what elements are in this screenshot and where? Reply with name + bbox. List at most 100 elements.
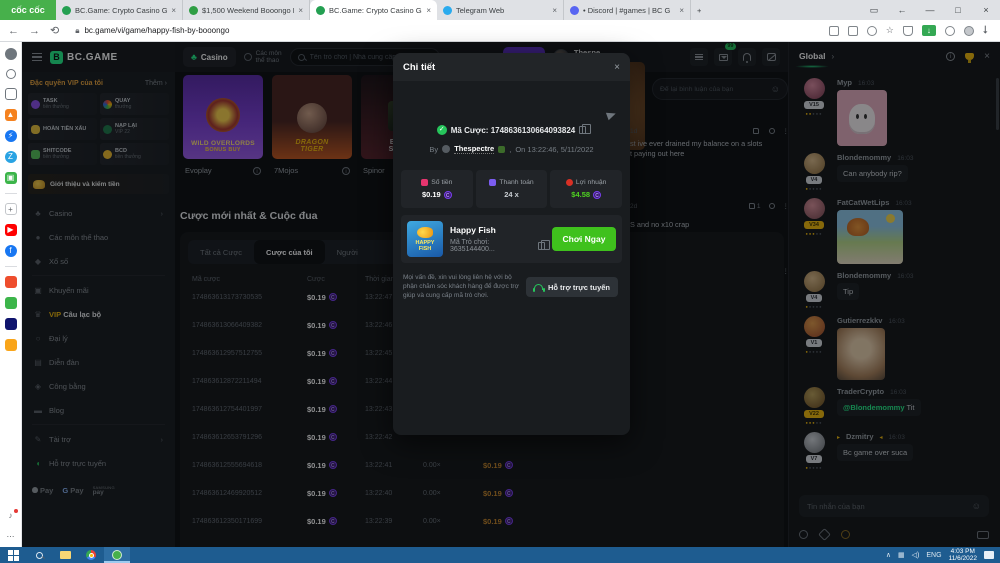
more-options-icon[interactable]: ⋯	[5, 531, 17, 543]
coccoc-logo[interactable]: cốc cốc	[0, 0, 56, 20]
tab-title: BC.Game: Crypto Casino Gan	[75, 6, 167, 15]
by-label: By	[429, 145, 438, 154]
profile-icon[interactable]	[964, 26, 974, 36]
reload-icon[interactable]: ⟲	[50, 24, 59, 37]
tab-telegram[interactable]: Telegram Web ×	[437, 0, 564, 20]
share-icon[interactable]	[867, 26, 877, 36]
stat-payout: Thanh toán 24 x	[476, 170, 548, 208]
user-avatar-icon	[442, 145, 450, 153]
extension-icon[interactable]	[945, 26, 955, 36]
tab-discord[interactable]: • Discord | #games | BC G ×	[564, 0, 691, 20]
bet-id-label: Mã Cược: 1748636130664093824	[451, 126, 575, 135]
tab-close-icon[interactable]: ×	[171, 6, 176, 15]
start-button[interactable]	[0, 547, 26, 563]
search-icon	[36, 552, 43, 559]
shopee-icon[interactable]	[5, 276, 17, 288]
gift-icon[interactable]	[5, 297, 17, 309]
telegram-favicon	[443, 6, 452, 15]
coccoc-logo-label: cốc cốc	[11, 5, 45, 15]
coccoc-side-rail: ▲ ⚡︎ Z ▣ + ▶ f ♪ ⋯	[0, 42, 22, 547]
copy-icon[interactable]	[538, 242, 545, 250]
window-maximize-button[interactable]: □	[944, 0, 972, 20]
modal-close-icon[interactable]: ×	[614, 62, 620, 73]
install-icon[interactable]	[829, 26, 839, 36]
history-icon[interactable]	[6, 69, 16, 79]
chrome-icon	[86, 550, 96, 560]
url-text: bc.game/vi/game/happy-fish-by-booongo	[84, 26, 229, 35]
cast-icon[interactable]: ▭	[860, 0, 888, 20]
tab-bcgame-active[interactable]: BC.Game: Crypto Casino Gan ×	[310, 0, 437, 20]
language-indicator[interactable]: ENG	[926, 552, 941, 559]
tab-bcgame-1[interactable]: BC.Game: Crypto Casino Gan ×	[56, 0, 183, 20]
new-tab-label: +	[697, 6, 701, 15]
rail-divider	[5, 266, 17, 267]
tab-close-icon[interactable]: ×	[679, 6, 684, 15]
bookmark-star-icon[interactable]: ☆	[886, 25, 894, 36]
verified-check-icon: ✓	[437, 125, 447, 135]
window-minimize-button[interactable]: —	[916, 0, 944, 20]
tab-title: • Discord | #games | BC G	[583, 6, 675, 15]
settings-gear-icon[interactable]	[5, 48, 17, 60]
rail-divider	[5, 193, 17, 194]
file-explorer-button[interactable]	[52, 547, 78, 563]
modal-header: Chi tiết ×	[393, 53, 630, 81]
coccoc-button[interactable]	[104, 547, 130, 563]
zalo-icon[interactable]: Z	[5, 151, 17, 163]
bet-details-modal: Chi tiết × ✓ Mã Cược: 174863613066409382…	[393, 53, 630, 435]
taskbar-search-button[interactable]	[26, 547, 52, 563]
bet-stats-row: Số tiền $0.19C Thanh toán 24 x Lợi nhuận…	[401, 170, 622, 208]
new-tab-button[interactable]: +	[691, 0, 715, 20]
messenger-icon[interactable]: ⚡︎	[5, 130, 17, 142]
share-icon[interactable]	[606, 110, 617, 121]
bet-by-row: By Thespectre , On 13:22:46, 5/11/2022	[393, 144, 630, 154]
gamepad-icon[interactable]: ▣	[5, 172, 17, 184]
facebook-icon[interactable]: f	[5, 245, 17, 257]
forward-icon[interactable]: →	[29, 25, 40, 37]
youtube-icon[interactable]: ▶	[5, 224, 17, 236]
tab-title: $1,500 Weekend Booongo M	[202, 6, 294, 15]
stat-amount: Số tiền $0.19C	[401, 170, 473, 208]
shield-icon[interactable]	[903, 26, 913, 36]
network-icon[interactable]: ▦	[898, 551, 905, 559]
lazada-icon[interactable]	[5, 318, 17, 330]
hot-trends-icon[interactable]: ▲	[5, 109, 17, 121]
tab-close-icon[interactable]: ×	[552, 6, 557, 15]
happy-fish-thumbnail[interactable]: HAPPYFISH	[407, 221, 443, 257]
folder-icon	[60, 551, 71, 559]
notification-bell-icon[interactable]: ♪	[5, 510, 17, 522]
amount-icon	[421, 179, 428, 186]
payout-icon	[489, 179, 496, 186]
user-badge-icon	[498, 146, 505, 153]
action-center-icon[interactable]	[984, 551, 994, 559]
url-input[interactable]: 🔒︎ bc.game/vi/game/happy-fish-by-booongo	[69, 23, 629, 38]
tab-close-icon[interactable]: ×	[426, 6, 431, 15]
bcgame-favicon	[316, 6, 325, 15]
tray-expand-icon[interactable]: ∧	[886, 551, 891, 559]
cart-icon[interactable]	[5, 339, 17, 351]
reading-list-icon[interactable]	[5, 88, 17, 100]
download-active-icon[interactable]: ↓	[922, 25, 936, 36]
tab-close-icon[interactable]: ×	[298, 6, 303, 15]
chrome-button[interactable]	[78, 547, 104, 563]
game-info-card: HAPPYFISH Happy Fish Mã Trò chơi: 363514…	[401, 215, 622, 263]
window-close-button[interactable]: ×	[972, 0, 1000, 20]
speaker-icon[interactable]: ◁)	[912, 551, 920, 559]
promo-favicon	[189, 6, 198, 15]
modal-title: Chi tiết	[403, 62, 435, 73]
downloads-tray-icon[interactable]: ⭣	[983, 24, 988, 37]
bet-id-row: ✓ Mã Cược: 1748636130664093824	[393, 125, 630, 135]
add-shortcut-icon[interactable]: +	[5, 203, 17, 215]
translate-icon[interactable]	[848, 26, 858, 36]
copy-icon[interactable]	[579, 126, 586, 134]
back-icon[interactable]: ←	[8, 25, 19, 37]
taskbar-clock[interactable]: 4:03 PM11/6/2022	[949, 548, 977, 562]
play-now-button[interactable]: Chơi Ngay	[552, 227, 616, 251]
live-support-button[interactable]: Hỗ trợ trực tuyến	[526, 277, 618, 297]
browser-address-bar: ← → ⟲ 🔒︎ bc.game/vi/game/happy-fish-by-b…	[0, 20, 1000, 42]
session-restore-icon[interactable]: ←	[888, 0, 916, 20]
tab-booongo[interactable]: $1,500 Weekend Booongo M ×	[183, 0, 310, 20]
bet-username-link[interactable]: Thespectre	[454, 144, 494, 154]
profit-icon	[566, 179, 573, 186]
stat-profit: Lợi nhuận $4.58C	[550, 170, 622, 208]
fish-art	[417, 227, 433, 238]
